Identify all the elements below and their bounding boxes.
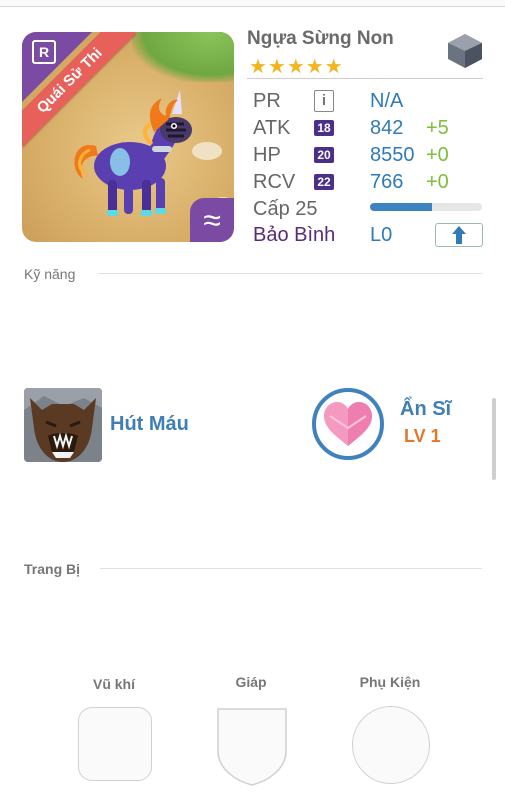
arrow-up-icon [452,226,466,244]
rarity-badge: R [32,40,56,64]
grass-decor [132,32,234,82]
rcv-label: RCV [253,171,296,193]
armor-slot[interactable] [216,707,288,787]
skill-name[interactable]: Hút Máu [110,413,189,436]
atk-badge: 18 [314,120,334,136]
equipment-section-title: Trang Bị [24,561,81,577]
accessory-label: Phụ Kiện [359,674,421,690]
rcv-value: 766 [370,171,404,193]
level-label: Cấp 25 [253,198,318,220]
info-icon[interactable]: i [314,90,334,112]
star-rating: ★★★★★ [249,56,344,78]
hp-value: 8550 [370,144,415,166]
hp-badge: 20 [314,147,334,163]
rcv-bonus: +0 [426,171,449,193]
gem-icon[interactable] [446,33,484,69]
scrollbar[interactable] [492,398,496,480]
atk-bonus: +5 [426,117,449,139]
accessory-slot[interactable] [352,706,430,784]
awaken-title: Ẩn Sĩ [400,398,452,420]
rcv-badge: 22 [314,174,334,190]
name-divider [247,78,483,79]
monster-name: Ngựa Sừng Non [247,28,394,49]
monster-image [74,90,192,216]
level-progress-fill [370,203,432,211]
armor-label: Giáp [235,674,267,690]
equipment-divider [100,568,482,569]
atk-label: ATK [253,117,291,139]
awaken-level: LV 1 [404,426,441,446]
level-progress-bar [370,203,482,211]
weapon-slot[interactable] [78,707,152,781]
weapon-label: Vũ khí [92,676,135,692]
top-divider [0,0,505,7]
monster-portrait-card[interactable]: Quái Sử Thi R ≈ [22,32,234,242]
upgrade-button[interactable] [435,223,483,247]
hp-label: HP [253,144,281,166]
hp-bonus: +0 [426,144,449,166]
zodiac-sign: Bảo Bình [253,224,336,246]
atk-value: 842 [370,117,404,139]
pr-value: N/A [370,90,404,112]
skills-divider [98,273,482,274]
zodiac-level: L0 [370,224,393,246]
skills-section-title: Kỹ năng [24,266,76,282]
pr-label: PR [253,90,281,112]
werewolf-icon [24,388,102,462]
water-element-icon: ≈ [190,198,234,242]
heart-icon [324,402,372,446]
skill-icon[interactable] [24,388,102,462]
awaken-button[interactable] [312,388,384,460]
